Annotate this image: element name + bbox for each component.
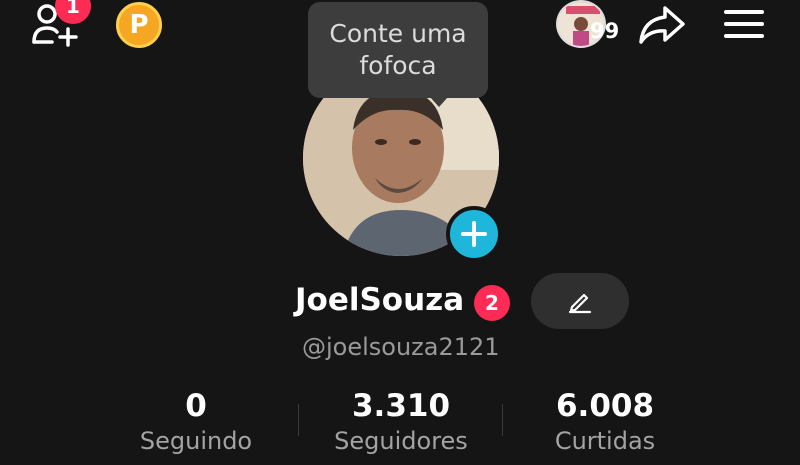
profile-username: JoelSouza	[295, 282, 465, 318]
stat-divider	[298, 404, 299, 436]
notification-badge[interactable]: 2	[474, 285, 510, 321]
stat-label: Seguindo	[139, 427, 253, 455]
stat-value: 0	[185, 388, 207, 424]
add-story-button[interactable]	[446, 206, 502, 262]
share-button[interactable]	[637, 4, 687, 46]
coin-icon[interactable]: P	[116, 2, 162, 48]
tooltip-pointer	[430, 97, 448, 107]
stat-likes[interactable]: 6.008 Curtidas	[515, 388, 695, 458]
share-arrow-icon	[639, 6, 685, 44]
stat-label: Seguidores	[334, 427, 468, 455]
stat-value: 6.008	[555, 388, 655, 424]
stat-label: Curtidas	[554, 427, 656, 455]
hamburger-menu-icon[interactable]	[722, 6, 766, 42]
profile-handle: @joelsouza2121	[302, 333, 500, 361]
story-prompt-tooltip[interactable]: Conte uma fofoca	[308, 2, 488, 98]
add-friend-button[interactable]: 1	[30, 0, 91, 48]
story-count: 99	[590, 19, 620, 43]
pencil-icon	[568, 293, 592, 314]
edit-profile-button[interactable]	[531, 273, 629, 329]
plus-icon	[461, 221, 487, 247]
stat-followers[interactable]: 3.310 Seguidores	[311, 388, 491, 458]
stat-value: 3.310	[351, 388, 451, 424]
stat-divider	[502, 404, 503, 436]
stat-following[interactable]: 0 Seguindo	[106, 388, 286, 458]
